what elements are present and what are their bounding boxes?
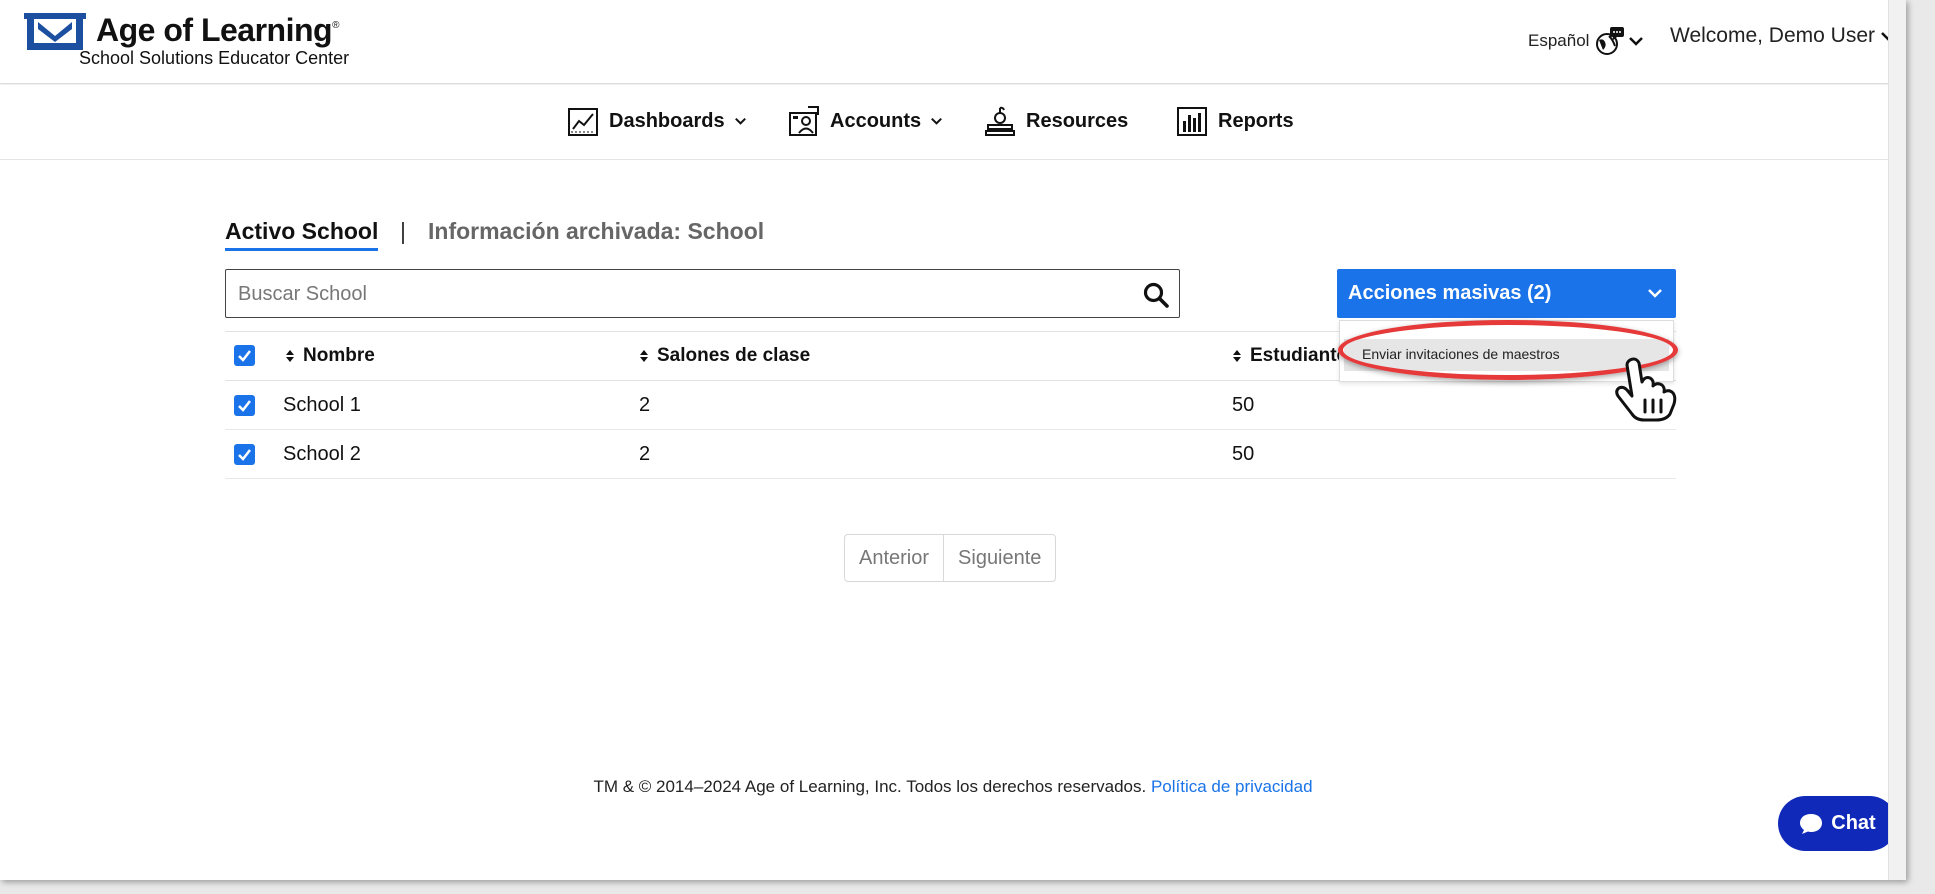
- privacy-policy-link[interactable]: Política de privacidad: [1151, 777, 1313, 796]
- chevron-down-icon: [1648, 289, 1662, 298]
- tab-active-schools[interactable]: Activo School: [225, 218, 379, 251]
- welcome-text: Welcome, Demo User: [1670, 24, 1875, 47]
- sort-icon: [1233, 350, 1241, 362]
- footer-copyright: TM & © 2014–2024 Age of Learning, Inc. T…: [593, 777, 1147, 796]
- footer: TM & © 2014–2024 Age of Learning, Inc. T…: [0, 777, 1906, 797]
- check-icon: [238, 350, 251, 362]
- nav-dashboards[interactable]: Dashboards: [567, 105, 746, 137]
- row-checkbox[interactable]: [234, 395, 255, 416]
- check-icon: [238, 449, 251, 461]
- table-row[interactable]: School 2 2 50: [225, 430, 1676, 479]
- nav-label: Resources: [1026, 109, 1129, 132]
- brand-subtitle: School Solutions Educator Center: [79, 48, 350, 68]
- nav-reports[interactable]: Reports: [1176, 105, 1294, 137]
- bulk-actions-button[interactable]: Acciones masivas (2): [1337, 269, 1676, 318]
- cell-students: 50: [1232, 394, 1255, 416]
- nav-accounts[interactable]: Accounts: [788, 105, 943, 137]
- vertical-scrollbar[interactable]: [1888, 0, 1906, 880]
- search-input[interactable]: [238, 280, 1118, 308]
- select-all-checkbox[interactable]: [234, 345, 255, 366]
- cell-students: 50: [1232, 443, 1255, 465]
- chat-bubble-icon: [1800, 813, 1823, 834]
- chat-button[interactable]: Chat: [1778, 796, 1897, 851]
- hand-pointer-icon: [1615, 357, 1677, 422]
- cell-classrooms: 2: [639, 443, 651, 465]
- previous-page-button[interactable]: Anterior: [845, 535, 945, 581]
- nav-label: Reports: [1218, 109, 1294, 132]
- brand-name: Age of Learning®: [96, 12, 339, 48]
- sort-icon: [286, 350, 294, 362]
- cell-name[interactable]: School 1: [283, 394, 361, 417]
- user-menu[interactable]: Welcome, Demo User: [1670, 24, 1895, 48]
- chat-label: Chat: [1831, 812, 1876, 834]
- chevron-down-icon: [1629, 37, 1644, 46]
- bulk-actions-label: Acciones masivas (2): [1348, 282, 1552, 304]
- language-globe-icon: [1596, 27, 1625, 55]
- nav-label: Dashboards: [609, 109, 725, 132]
- chart-icon: [568, 108, 598, 136]
- cell-name[interactable]: School 2: [283, 443, 361, 466]
- chevron-down-icon: [931, 117, 943, 125]
- check-icon: [238, 400, 251, 412]
- column-label: Nombre: [303, 345, 375, 366]
- accounts-icon: [789, 106, 819, 136]
- bar-chart-icon: [1177, 107, 1207, 136]
- table-row[interactable]: School 1 2 50: [225, 381, 1676, 430]
- search-box: [225, 269, 1180, 318]
- tab-archived-schools[interactable]: Información archivada: School: [428, 218, 764, 245]
- language-selector[interactable]: Español: [1528, 26, 1644, 56]
- nav-resources[interactable]: Resources: [984, 105, 1128, 137]
- row-checkbox[interactable]: [234, 444, 255, 465]
- column-header-classrooms[interactable]: Salones de clase: [639, 345, 810, 367]
- pagination: Anterior Siguiente: [844, 534, 1057, 582]
- tab-separator: |: [400, 218, 406, 244]
- column-label: Salones de clase: [657, 345, 811, 366]
- sort-icon: [640, 350, 648, 362]
- top-header: Age of Learning® School Solutions Educat…: [0, 0, 1906, 84]
- age-of-learning-logo[interactable]: [24, 10, 86, 54]
- language-label: Español: [1528, 31, 1590, 50]
- app-window: Age of Learning® School Solutions Educat…: [0, 0, 1906, 880]
- main-nav: Dashboards Accounts Resources Reports: [0, 85, 1906, 160]
- chevron-down-icon: [734, 117, 746, 125]
- next-page-button[interactable]: Siguiente: [944, 535, 1055, 581]
- column-header-name[interactable]: Nombre: [285, 345, 375, 367]
- nav-label: Accounts: [830, 109, 922, 132]
- search-icon[interactable]: [1143, 282, 1169, 308]
- cell-classrooms: 2: [639, 394, 651, 416]
- resources-icon: [985, 106, 1015, 136]
